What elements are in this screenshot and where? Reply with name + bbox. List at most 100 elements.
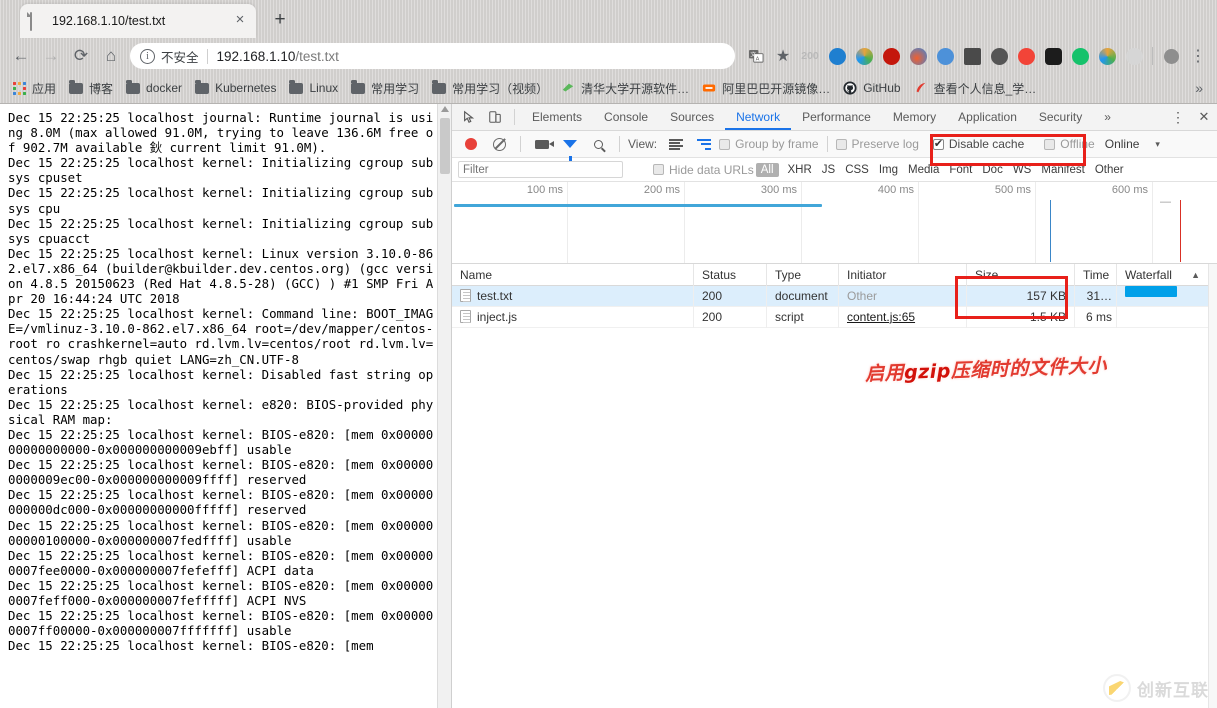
tab-security[interactable]: Security — [1028, 104, 1093, 130]
sort-ascending-icon[interactable]: ▲ — [1191, 264, 1200, 286]
browser-toolbar: ← → ⟳ ⌂ i 不安全 192.168.1.10/test.txt 文A ★… — [0, 38, 1217, 74]
forward-icon[interactable]: → — [36, 42, 66, 70]
search-icon[interactable] — [585, 132, 611, 156]
info-icon[interactable]: i — [140, 48, 155, 64]
address-bar[interactable]: i 不安全 192.168.1.10/test.txt — [130, 43, 735, 69]
divider — [826, 136, 828, 152]
column-header-time[interactable]: Time — [1075, 264, 1117, 286]
filter-type-css[interactable]: CSS — [840, 164, 874, 176]
tab-elements[interactable]: Elements — [521, 104, 593, 130]
translate-icon[interactable]: 文A — [743, 43, 769, 69]
bookmarks-overflow-icon[interactable]: » — [1187, 80, 1211, 96]
disable-cache-checkbox[interactable]: Disable cache — [932, 137, 1024, 151]
bookmark-blog[interactable]: 博客 — [63, 78, 118, 99]
color-wheel-extension-icon[interactable] — [851, 43, 877, 69]
filter-type-xhr[interactable]: XHR — [783, 164, 817, 176]
preserve-log-checkbox[interactable]: Preserve log — [835, 137, 919, 151]
bookmark-linux[interactable]: Linux — [283, 78, 343, 98]
devtools-close-icon[interactable]: ✕ — [1191, 105, 1217, 129]
filter-type-all[interactable]: All — [755, 162, 779, 177]
tab-console[interactable]: Console — [593, 104, 659, 130]
tab-network[interactable]: Network — [725, 104, 792, 130]
inspect-icon[interactable] — [456, 105, 482, 129]
bookmark-github[interactable]: GitHub — [837, 78, 905, 98]
request-initiator[interactable]: content.js:65 — [839, 306, 967, 328]
filter-input[interactable] — [458, 161, 623, 178]
flame-extension-icon[interactable] — [905, 43, 931, 69]
list-view-icon[interactable] — [663, 132, 689, 156]
network-overview[interactable]: 100 ms 200 ms 300 ms 400 ms 500 ms 600 m… — [452, 182, 1217, 264]
bookmark-aliyun[interactable]: 阿里巴巴开源镜像… — [696, 78, 835, 99]
filter-type-ws[interactable]: WS — [1008, 164, 1037, 176]
chevron-down-icon[interactable]: ▾ — [1155, 139, 1160, 150]
group-by-frame-checkbox[interactable]: Group by frame — [719, 137, 819, 151]
filter-type-doc[interactable]: Doc — [977, 164, 1007, 176]
column-header-status[interactable]: Status — [694, 264, 767, 286]
waterfall-view-icon[interactable] — [691, 132, 717, 156]
ip-extension-icon[interactable] — [824, 43, 850, 69]
home-icon[interactable]: ⌂ — [96, 42, 126, 70]
device-toolbar-icon[interactable] — [482, 105, 508, 129]
column-header-name[interactable]: Name — [452, 264, 694, 286]
network-requests-table: Name Status Type Initiator Size Time Wat… — [452, 264, 1217, 708]
column-header-initiator[interactable]: Initiator — [839, 264, 967, 286]
bookmark-kubernetes[interactable]: Kubernetes — [189, 78, 281, 98]
tab-application[interactable]: Application — [947, 104, 1028, 130]
tab-performance[interactable]: Performance — [791, 104, 882, 130]
camera-icon[interactable] — [529, 132, 555, 156]
translate-extension-icon[interactable] — [932, 43, 958, 69]
scrollbar-thumb[interactable] — [440, 118, 450, 174]
bookmark-tsinghua[interactable]: 清华大学开源软件… — [555, 78, 694, 99]
page-scrollbar[interactable] — [437, 104, 451, 708]
grammarly-extension-icon[interactable] — [1067, 43, 1093, 69]
back-icon[interactable]: ← — [6, 42, 36, 70]
clear-icon[interactable] — [486, 132, 512, 156]
new-tab-button[interactable]: + — [268, 9, 292, 33]
infinity-extension-icon[interactable] — [1013, 43, 1039, 69]
chrome-extension-icon[interactable] — [1094, 43, 1120, 69]
bookmark-study-video[interactable]: 常用学习（视频） — [426, 78, 553, 99]
tabs-overflow-icon[interactable]: » — [1093, 104, 1122, 130]
throttling-select[interactable]: Online — [1105, 137, 1140, 151]
filter-type-font[interactable]: Font — [944, 164, 977, 176]
reload-icon[interactable]: ⟳ — [66, 42, 96, 70]
record-icon[interactable] — [458, 132, 484, 156]
overview-request-bar — [454, 204, 822, 207]
scroll-up-icon[interactable] — [441, 106, 449, 112]
tab-sources[interactable]: Sources — [659, 104, 725, 130]
offline-checkbox[interactable]: Offline — [1044, 137, 1095, 151]
column-header-size[interactable]: Size — [967, 264, 1075, 286]
devtools-menu-icon[interactable]: ⋮ — [1165, 105, 1191, 129]
devtools-scrollbar[interactable] — [1208, 264, 1217, 708]
spiral-extension-icon[interactable] — [986, 43, 1012, 69]
eyes-extension-icon[interactable] — [1040, 43, 1066, 69]
bookmark-docker[interactable]: docker — [120, 78, 187, 98]
request-initiator: Other — [839, 285, 967, 307]
bookmark-star-icon[interactable]: ★ — [770, 43, 796, 69]
column-header-type[interactable]: Type — [767, 264, 839, 286]
avatar[interactable] — [1158, 43, 1184, 69]
filter-type-media[interactable]: Media — [903, 164, 944, 176]
bookmark-personal-info[interactable]: 查看个人信息_学… — [908, 78, 1042, 99]
portrait-extension-icon[interactable] — [959, 43, 985, 69]
table-row[interactable]: test.txt 200 document Other 157 KB 31… — [452, 285, 1217, 307]
adblock-plus-extension-icon[interactable] — [878, 43, 904, 69]
filter-type-manifest[interactable]: Manifest — [1036, 164, 1089, 176]
bookmark-apps[interactable]: 应用 — [6, 78, 61, 99]
tab-memory[interactable]: Memory — [882, 104, 947, 130]
m-extension-icon[interactable] — [1121, 43, 1147, 69]
browser-tab[interactable]: 192.168.1.10/test.txt × — [20, 4, 256, 38]
bookmark-study[interactable]: 常用学习 — [345, 78, 424, 99]
column-header-waterfall[interactable]: Waterfall — [1125, 264, 1172, 286]
filter-type-js[interactable]: JS — [817, 164, 840, 176]
funnel-icon[interactable] — [557, 132, 583, 161]
hide-data-urls-checkbox[interactable]: Hide data URLs — [653, 163, 754, 177]
filter-type-img[interactable]: Img — [874, 164, 903, 176]
close-icon[interactable]: × — [232, 12, 248, 29]
network-filterbar: Hide data URLs All XHR JS CSS Img Media … — [452, 158, 1217, 182]
filter-type-other[interactable]: Other — [1090, 164, 1129, 176]
table-row[interactable]: inject.js 200 script content.js:65 1.5 K… — [452, 306, 1217, 328]
tab-title: 192.168.1.10/test.txt — [52, 14, 166, 28]
request-waterfall — [1117, 307, 1208, 328]
chrome-menu-icon[interactable]: ⋮ — [1185, 43, 1211, 69]
